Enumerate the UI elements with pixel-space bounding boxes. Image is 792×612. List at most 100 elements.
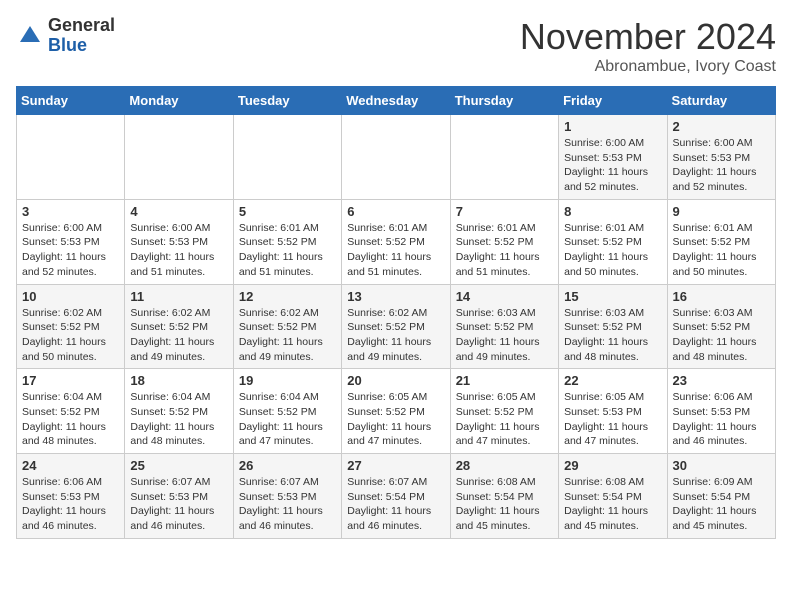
calendar-cell: [125, 115, 233, 200]
calendar-cell: 1Sunrise: 6:00 AMSunset: 5:53 PMDaylight…: [559, 115, 667, 200]
day-header-sunday: Sunday: [17, 87, 125, 115]
day-number: 5: [239, 204, 336, 219]
day-number: 1: [564, 119, 661, 134]
day-number: 17: [22, 373, 119, 388]
day-info: Sunrise: 6:04 AMSunset: 5:52 PMDaylight:…: [22, 390, 119, 449]
calendar-cell: 26 Sunrise: 6:07 AMSunset: 5:53 PMDayligh…: [233, 454, 341, 539]
day-info: Sunrise: 6:07 AMSunset: 5:53 PMDaylight:…: [130, 475, 227, 534]
day-number: 2: [673, 119, 770, 134]
day-info: Sunrise: 6:06 AMSunset: 5:53 PMDaylight:…: [22, 475, 119, 534]
calendar-cell: 22 Sunrise: 6:05 AMSunset: 5:53 PMDayligh…: [559, 369, 667, 454]
page-header: General Blue November 2024 Abronambue, I…: [16, 16, 776, 76]
day-header-wednesday: Wednesday: [342, 87, 450, 115]
day-number: 27: [347, 458, 444, 473]
calendar-cell: 19 Sunrise: 6:04 AMSunset: 5:52 PMDayligh…: [233, 369, 341, 454]
logo-icon: [16, 22, 44, 50]
day-number: 14: [456, 289, 553, 304]
calendar-cell: 5 Sunrise: 6:01 AMSunset: 5:52 PMDaylight…: [233, 199, 341, 284]
day-number: 25: [130, 458, 227, 473]
calendar-cell: 7 Sunrise: 6:01 AMSunset: 5:52 PMDaylight…: [450, 199, 558, 284]
day-number: 16: [673, 289, 770, 304]
day-info: Sunrise: 6:01 AMSunset: 5:52 PMDaylight:…: [456, 221, 553, 280]
day-info: Sunrise: 6:05 AMSunset: 5:52 PMDaylight:…: [456, 390, 553, 449]
day-info: Sunrise: 6:04 AMSunset: 5:52 PMDaylight:…: [130, 390, 227, 449]
calendar-cell: 24 Sunrise: 6:06 AMSunset: 5:53 PMDayligh…: [17, 454, 125, 539]
day-info: Sunrise: 6:03 AMSunset: 5:52 PMDaylight:…: [456, 306, 553, 365]
day-info: Sunrise: 6:03 AMSunset: 5:52 PMDaylight:…: [564, 306, 661, 365]
calendar-cell: [233, 115, 341, 200]
day-number: 7: [456, 204, 553, 219]
day-number: 3: [22, 204, 119, 219]
calendar-cell: 3Sunrise: 6:00 AMSunset: 5:53 PMDaylight…: [17, 199, 125, 284]
location: Abronambue, Ivory Coast: [520, 58, 776, 76]
day-number: 13: [347, 289, 444, 304]
day-number: 19: [239, 373, 336, 388]
calendar-cell: 13 Sunrise: 6:02 AMSunset: 5:52 PMDayligh…: [342, 284, 450, 369]
day-info: Sunrise: 6:01 AMSunset: 5:52 PMDaylight:…: [239, 221, 336, 280]
day-number: 22: [564, 373, 661, 388]
day-number: 26: [239, 458, 336, 473]
calendar-header-row: SundayMondayTuesdayWednesdayThursdayFrid…: [17, 87, 776, 115]
calendar-cell: 20 Sunrise: 6:05 AMSunset: 5:52 PMDayligh…: [342, 369, 450, 454]
day-header-tuesday: Tuesday: [233, 87, 341, 115]
day-number: 10: [22, 289, 119, 304]
calendar-cell: 10 Sunrise: 6:02 AMSunset: 5:52 PMDayligh…: [17, 284, 125, 369]
day-info: Sunrise: 6:02 AMSunset: 5:52 PMDaylight:…: [347, 306, 444, 365]
day-info: Sunrise: 6:02 AMSunset: 5:52 PMDaylight:…: [130, 306, 227, 365]
calendar-cell: 12 Sunrise: 6:02 AMSunset: 5:52 PMDayligh…: [233, 284, 341, 369]
day-info: Sunrise: 6:05 AMSunset: 5:52 PMDaylight:…: [347, 390, 444, 449]
calendar-cell: 27Sunrise: 6:07 AMSunset: 5:54 PMDayligh…: [342, 454, 450, 539]
day-number: 28: [456, 458, 553, 473]
calendar-cell: 6 Sunrise: 6:01 AMSunset: 5:52 PMDaylight…: [342, 199, 450, 284]
calendar-cell: 16 Sunrise: 6:03 AMSunset: 5:52 PMDayligh…: [667, 284, 775, 369]
calendar-cell: 28 Sunrise: 6:08 AMSunset: 5:54 PMDayligh…: [450, 454, 558, 539]
calendar-cell: [342, 115, 450, 200]
month-title: November 2024: [520, 16, 776, 58]
day-number: 12: [239, 289, 336, 304]
day-number: 29: [564, 458, 661, 473]
day-number: 15: [564, 289, 661, 304]
day-info: Sunrise: 6:01 AMSunset: 5:52 PMDaylight:…: [347, 221, 444, 280]
calendar-week-row: 3 Sunrise: 6:00 AMSunset: 5:53 PMDaylight…: [17, 199, 776, 284]
calendar-cell: 18 Sunrise: 6:04 AMSunset: 5:52 PMDayligh…: [125, 369, 233, 454]
calendar-cell: 4 Sunrise: 6:00 AMSunset: 5:53 PMDaylight…: [125, 199, 233, 284]
day-info: Sunrise: 6:05 AMSunset: 5:53 PMDaylight:…: [564, 390, 661, 449]
calendar-cell: 30 Sunrise: 6:09 AMSunset: 5:54 PMDayligh…: [667, 454, 775, 539]
day-info: Sunrise: 6:07 AMSunset: 5:53 PMDaylight:…: [239, 475, 336, 534]
calendar-week-row: 17 Sunrise: 6:04 AMSunset: 5:52 PMDayligh…: [17, 369, 776, 454]
calendar-cell: 21 Sunrise: 6:05 AMSunset: 5:52 PMDayligh…: [450, 369, 558, 454]
calendar-cell: 29Sunrise: 6:08 AMSunset: 5:54 PMDayligh…: [559, 454, 667, 539]
calendar-cell: 25 Sunrise: 6:07 AMSunset: 5:53 PMDayligh…: [125, 454, 233, 539]
logo-text: General Blue: [48, 16, 115, 56]
calendar-week-row: 24 Sunrise: 6:06 AMSunset: 5:53 PMDayligh…: [17, 454, 776, 539]
calendar-week-row: 10 Sunrise: 6:02 AMSunset: 5:52 PMDayligh…: [17, 284, 776, 369]
day-number: 21: [456, 373, 553, 388]
day-info: Sunrise: 6:08 AMSunset: 5:54 PMDaylight:…: [456, 475, 553, 534]
day-info: Sunrise: 6:06 AMSunset: 5:53 PMDaylight:…: [673, 390, 770, 449]
day-info: Sunrise: 6:02 AMSunset: 5:52 PMDaylight:…: [239, 306, 336, 365]
day-header-saturday: Saturday: [667, 87, 775, 115]
calendar-cell: 8Sunrise: 6:01 AMSunset: 5:52 PMDaylight…: [559, 199, 667, 284]
day-info: Sunrise: 6:01 AMSunset: 5:52 PMDaylight:…: [673, 221, 770, 280]
day-number: 8: [564, 204, 661, 219]
day-info: Sunrise: 6:00 AMSunset: 5:53 PMDaylight:…: [130, 221, 227, 280]
day-header-thursday: Thursday: [450, 87, 558, 115]
day-number: 30: [673, 458, 770, 473]
day-info: Sunrise: 6:04 AMSunset: 5:52 PMDaylight:…: [239, 390, 336, 449]
day-number: 24: [22, 458, 119, 473]
day-header-monday: Monday: [125, 87, 233, 115]
day-info: Sunrise: 6:03 AMSunset: 5:52 PMDaylight:…: [673, 306, 770, 365]
day-number: 4: [130, 204, 227, 219]
day-number: 6: [347, 204, 444, 219]
day-number: 20: [347, 373, 444, 388]
day-header-friday: Friday: [559, 87, 667, 115]
day-number: 9: [673, 204, 770, 219]
logo-general: General: [48, 15, 115, 35]
day-info: Sunrise: 6:02 AMSunset: 5:52 PMDaylight:…: [22, 306, 119, 365]
calendar-cell: 23Sunrise: 6:06 AMSunset: 5:53 PMDayligh…: [667, 369, 775, 454]
day-number: 18: [130, 373, 227, 388]
day-info: Sunrise: 6:09 AMSunset: 5:54 PMDaylight:…: [673, 475, 770, 534]
logo: General Blue: [16, 16, 115, 56]
day-number: 11: [130, 289, 227, 304]
day-info: Sunrise: 6:00 AMSunset: 5:53 PMDaylight:…: [673, 136, 770, 195]
